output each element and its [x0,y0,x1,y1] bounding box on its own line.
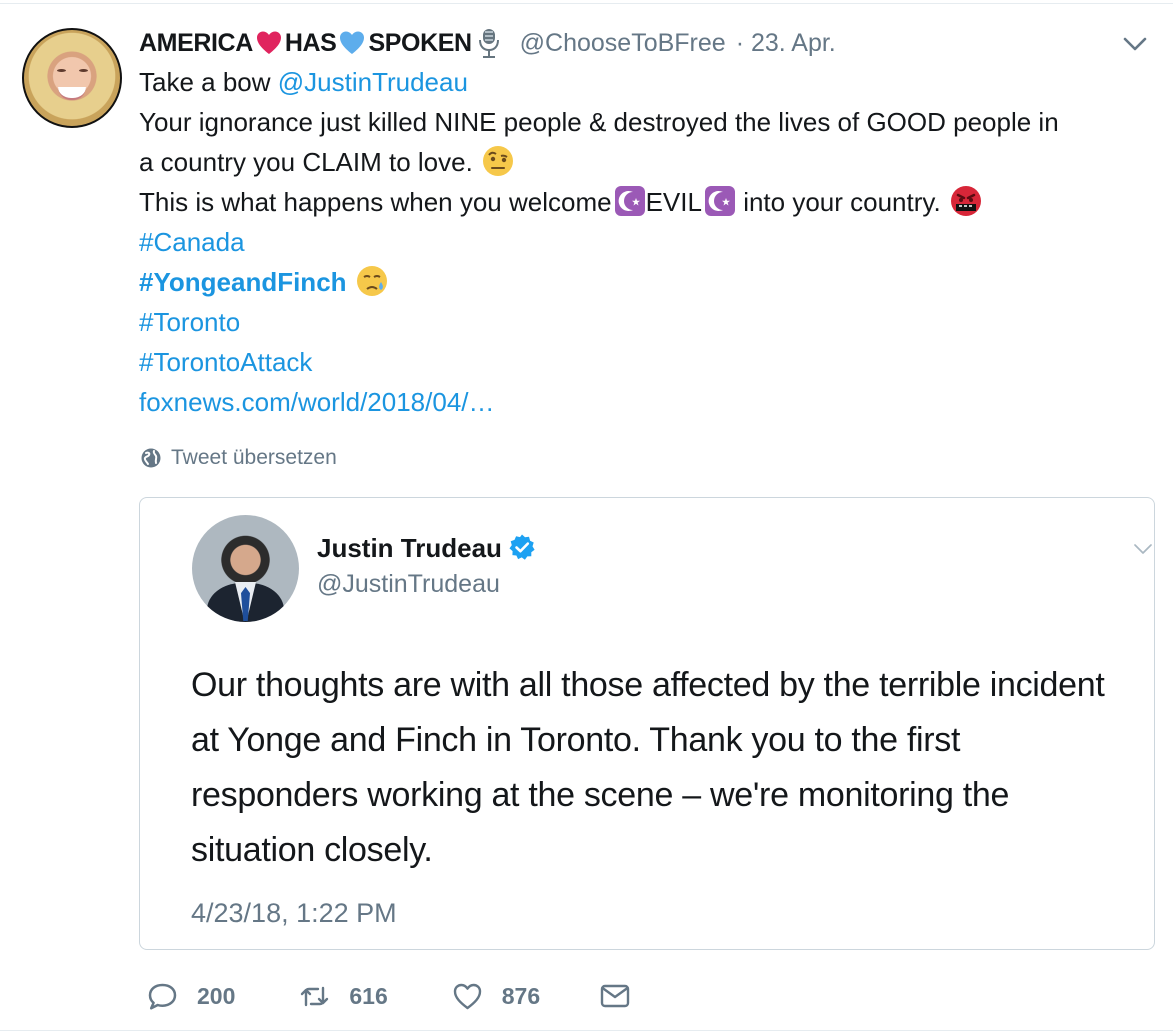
raised-eyebrow-face-emoji-icon [483,146,514,176]
retweet-count: 616 [349,982,388,1009]
quoted-author-avatar[interactable] [192,515,299,622]
top-divider [0,3,1173,4]
verified-badge-icon [509,534,535,560]
globe-icon [141,448,161,468]
tweet-line-4-text-before: This is what happens when you welcome [139,187,612,217]
tweet-line-1-text: Take a bow [139,67,278,97]
tweet-line-3-text: a country you CLAIM to love. [139,147,473,177]
hashtag-toronto-line: #Toronto [139,302,1154,342]
tweet-options-chevron-down-icon[interactable] [1121,33,1149,53]
red-heart-emoji-icon [256,31,281,54]
direct-message-icon[interactable] [599,980,631,1012]
hashtag-yonge-finch-line: #YongeandFinch [139,262,1154,302]
reply-count: 200 [197,982,236,1009]
tweet-author-line: AMERICA HAS SPOKEN @ChooseToBFree · 23. … [139,27,836,59]
star-and-crescent-emoji-icon [704,186,735,216]
tweet-line-3: a country you CLAIM to love. [139,142,1154,182]
like-button[interactable]: 876 [451,980,540,1013]
retweet-icon [301,986,329,1006]
quoted-author-name[interactable]: Justin Trudeau [317,533,502,563]
avatar-eye-left [57,69,66,72]
hashtag-yonge-finch[interactable]: #YongeandFinch [139,267,347,297]
blue-heart-emoji-icon [340,31,365,54]
face-with-symbols-emoji-icon [950,186,981,216]
author-handle[interactable]: @ChooseToBFree [520,29,726,58]
hashtag-toronto-attack[interactable]: #TorontoAttack [139,347,312,377]
like-icon [453,983,481,1009]
translate-tweet-button[interactable]: Tweet übersetzen [140,445,337,471]
tweet-line-4: This is what happens when you welcome EVI… [139,182,1154,222]
tweet-line-4-text-after: into your country. [735,187,941,217]
tweet-line-2: Your ignorance just killed NINE people &… [139,107,1059,137]
star-and-crescent-emoji-icon [614,186,645,216]
bottom-divider [0,1030,1173,1031]
quoted-tweet-text: Our thoughts are with all those affected… [191,666,1105,869]
hashtag-canada[interactable]: #Canada [139,227,245,257]
tweet-text: Take a bow @JustinTrudeau Your ignorance… [139,62,1154,422]
hashtag-canada-line: #Canada [139,222,1154,262]
tweet-line-1: Take a bow @JustinTrudeau [139,62,1154,102]
translate-tweet-label: Tweet übersetzen [171,446,337,469]
quoted-tweet-chevron-down-icon[interactable] [1133,542,1153,556]
quoted-tweet-date[interactable]: 4/23/18, 1:22 PM [191,898,397,929]
avatar-smile [58,87,86,100]
reply-icon [148,983,177,1010]
external-link-line: foxnews.com/world/2018/04/… [139,382,1154,422]
display-name-part-1[interactable]: AMERICA [139,29,253,58]
microphone-emoji-icon [478,29,499,58]
like-count: 876 [501,982,541,1009]
quoted-author-handle[interactable]: @JustinTrudeau [317,570,500,599]
sad-relieved-face-emoji-icon [356,266,387,296]
quoted-author-name-row: Justin Trudeau [317,533,536,564]
display-name-part-3[interactable]: SPOKEN [368,29,472,58]
reply-button[interactable]: 200 [146,980,235,1013]
display-name-part-2[interactable]: HAS [285,29,337,58]
author-avatar[interactable] [22,28,122,128]
retweet-button[interactable]: 616 [298,980,388,1013]
avatar-eye-right [79,69,88,72]
tweet-line-4-evil: EVIL [645,187,702,217]
mention-link[interactable]: @JustinTrudeau [278,67,468,97]
quoted-tweet-card[interactable]: Justin Trudeau @JustinTrudeau Our though… [139,497,1155,950]
tweet-date[interactable]: · 23. Apr. [736,29,836,58]
hashtag-toronto-attack-line: #TorontoAttack [139,342,1154,382]
hashtag-toronto[interactable]: #Toronto [139,307,240,337]
tweet-action-bar: 200 616 876 [146,975,631,1017]
external-url-link[interactable]: foxnews.com/world/2018/04/… [139,387,495,417]
